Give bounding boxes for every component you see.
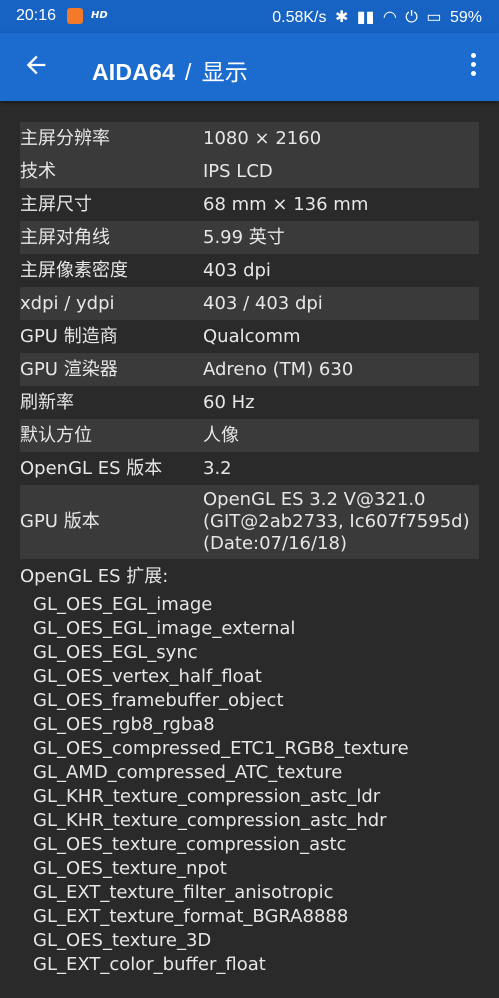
status-right: 0.58K/s ✱ ▮▮ ◠ ⏻ ▭ 59% — [268, 7, 482, 27]
gpu-version-line: (GIT@2ab2733, Ic607f7595d) — [203, 511, 470, 532]
power-icon: ⏻ — [405, 9, 418, 26]
info-row: 技术 IPS LCD — [20, 155, 479, 188]
info-row: GPU 渲染器 Adreno (TM) 630 — [20, 353, 479, 386]
list-item: GL_OES_texture_npot — [33, 858, 227, 879]
info-key: 主屏尺寸 — [20, 193, 92, 215]
more-options-icon[interactable] — [469, 53, 477, 79]
info-key: 默认方位 — [20, 424, 92, 446]
info-value: 人像 — [203, 424, 239, 446]
info-row: 主屏分辨率 1080 × 2160 — [20, 122, 479, 155]
info-value: OpenGL ES 3.2 V@321.0 (GIT@2ab2733, Ic60… — [203, 489, 479, 555]
info-value: Qualcomm — [203, 325, 301, 347]
list-item: GL_AMD_compressed_ATC_texture — [33, 762, 343, 783]
wifi-icon: ◠ — [382, 9, 397, 26]
info-key: GPU 版本 — [20, 511, 100, 532]
battery-icon: ▭ — [426, 9, 442, 26]
info-key: GPU 制造商 — [20, 325, 118, 347]
info-key: 主屏对角线 — [20, 226, 110, 248]
list-item: GL_OES_framebuffer_object — [33, 690, 284, 711]
bluetooth-icon: ✱ — [334, 9, 349, 26]
signal-icon: ▮▮ — [356, 9, 375, 26]
info-value: 68 mm × 136 mm — [203, 193, 369, 215]
list-item: GL_OES_EGL_sync — [33, 642, 198, 663]
display-info-list: 主屏分辨率 1080 × 2160 技术 IPS LCD 主屏尺寸 68 mm … — [20, 122, 479, 977]
info-value: 1080 × 2160 — [203, 127, 322, 149]
info-value: 5.99 英寸 — [203, 226, 285, 248]
battery-percent: 59% — [449, 9, 482, 26]
info-value: 403 / 403 dpi — [203, 292, 323, 314]
list-item: GL_EXT_texture_filter_anisotropic — [33, 882, 334, 903]
list-item: GL_KHR_texture_compression_astc_ldr — [33, 786, 381, 807]
list-item: GL_OES_EGL_image_external — [33, 618, 296, 639]
status-time: 20:16 — [16, 7, 57, 24]
info-key: 主屏像素密度 — [20, 259, 128, 281]
info-key: 刷新率 — [20, 391, 74, 413]
page-title: AIDA64 / 显示 — [92, 53, 248, 87]
title-separator: / — [185, 59, 192, 85]
info-row: 默认方位 人像 — [20, 419, 479, 452]
extensions-heading: OpenGL ES 扩展: — [20, 566, 169, 587]
info-key: OpenGL ES 版本 — [20, 457, 163, 479]
info-row-gpu-version: GPU 版本 OpenGL ES 3.2 V@321.0 (GIT@2ab273… — [20, 485, 479, 559]
app-name: AIDA64 — [92, 59, 176, 85]
info-key: GPU 渲染器 — [20, 358, 118, 380]
section-name: 显示 — [201, 59, 249, 85]
info-key: xdpi / ydpi — [20, 292, 115, 314]
list-item: GL_OES_compressed_ETC1_RGB8_texture — [33, 738, 409, 759]
list-item: GL_OES_EGL_image — [33, 594, 213, 615]
info-row: xdpi / ydpi 403 / 403 dpi — [20, 287, 479, 320]
list-item: GL_OES_texture_3D — [33, 930, 212, 951]
info-key: 技术 — [20, 160, 56, 182]
list-item: GL_OES_vertex_half_float — [33, 666, 262, 687]
info-row: GPU 制造商 Qualcomm — [20, 320, 479, 353]
info-key: 主屏分辨率 — [20, 127, 110, 149]
list-item: GL_EXT_color_buffer_float — [33, 954, 266, 975]
gpu-version-line: (Date:07/16/18) — [203, 533, 347, 554]
app-toolbar: AIDA64 / 显示 — [0, 33, 499, 101]
info-row: 主屏像素密度 403 dpi — [20, 254, 479, 287]
info-row: 刷新率 60 Hz — [20, 386, 479, 419]
info-value: IPS LCD — [203, 160, 273, 182]
hd-badge: HD — [91, 10, 108, 21]
network-speed: 0.58K/s — [272, 9, 327, 26]
list-item: GL_OES_texture_compression_astc — [33, 834, 347, 855]
list-item: GL_EXT_texture_format_BGRA8888 — [33, 906, 349, 927]
status-bar: 20:16 HD 0.58K/s ✱ ▮▮ ◠ ⏻ ▭ 59% — [0, 0, 499, 33]
app-notification-icon — [67, 8, 83, 24]
info-value: 60 Hz — [203, 391, 255, 413]
info-row: 主屏对角线 5.99 英寸 — [20, 221, 479, 254]
gpu-version-line: OpenGL ES 3.2 V@321.0 — [203, 489, 426, 510]
back-arrow-icon[interactable] — [22, 51, 50, 79]
info-value: Adreno (TM) 630 — [203, 358, 354, 380]
info-row: 主屏尺寸 68 mm × 136 mm — [20, 188, 479, 221]
info-value: 3.2 — [203, 457, 232, 479]
info-row: OpenGL ES 版本 3.2 — [20, 452, 479, 485]
extensions-list: GL_OES_EGL_image GL_OES_EGL_image_extern… — [33, 593, 479, 977]
list-item: GL_KHR_texture_compression_astc_hdr — [33, 810, 387, 831]
info-value: 403 dpi — [203, 259, 271, 281]
list-item: GL_OES_rgb8_rgba8 — [33, 714, 215, 735]
